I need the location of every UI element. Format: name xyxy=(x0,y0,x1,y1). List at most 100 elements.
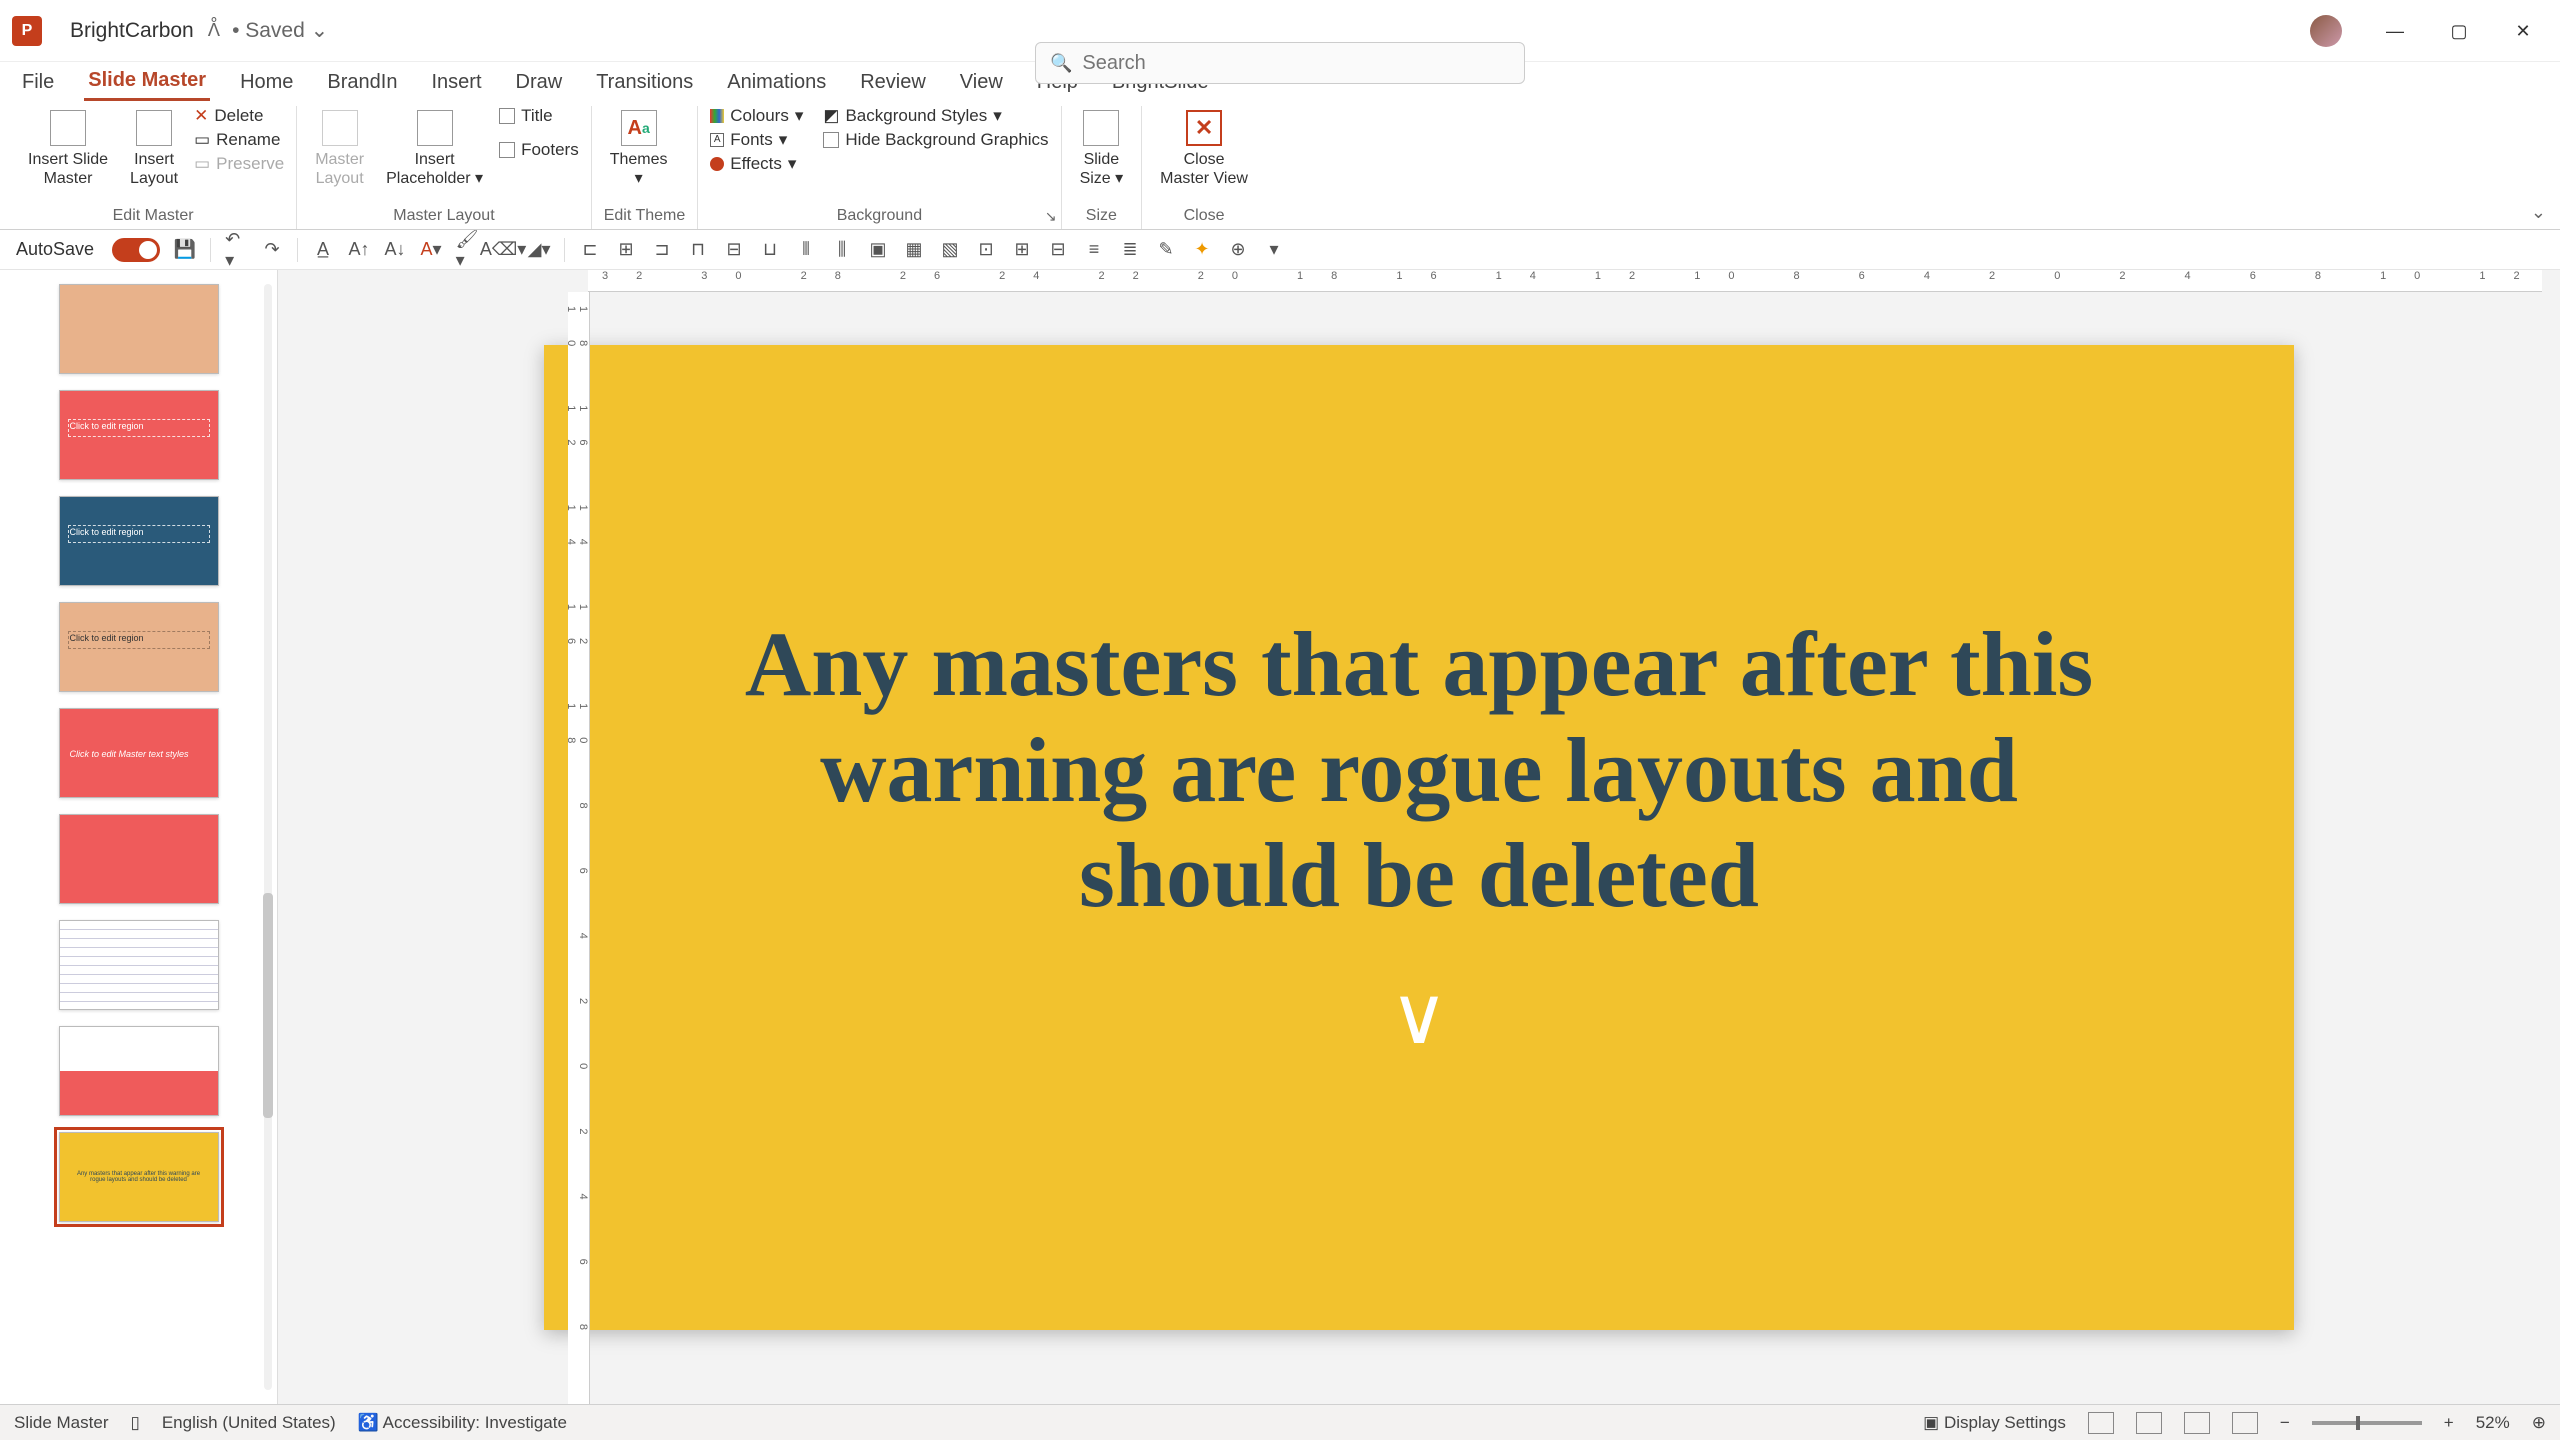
autosave-toggle[interactable] xyxy=(112,238,160,262)
align-to-slide-button[interactable]: ▣ xyxy=(867,239,889,261)
layout-thumbnail[interactable]: Click to edit region xyxy=(59,496,219,586)
tab-view[interactable]: View xyxy=(956,65,1007,100)
tab-review[interactable]: Review xyxy=(856,65,930,100)
collapse-ribbon-button[interactable]: ⌄ xyxy=(2531,202,2546,223)
insert-layout-button[interactable]: Insert Layout xyxy=(124,106,184,192)
account-avatar[interactable] xyxy=(2310,15,2342,47)
slide-warning-text[interactable]: Any masters that appear after this warni… xyxy=(719,612,2119,929)
align-middle-button[interactable]: ⊟ xyxy=(723,239,745,261)
footers-checkbox[interactable]: Footers xyxy=(499,140,579,160)
slide-sorter-view-button[interactable] xyxy=(2136,1412,2162,1434)
tab-home[interactable]: Home xyxy=(236,65,297,100)
reading-view-button[interactable] xyxy=(2184,1412,2210,1434)
insert-slide-master-button[interactable]: Insert Slide Master xyxy=(22,106,114,192)
align-objects-button[interactable]: ≡ xyxy=(1083,239,1105,261)
qat-customize-button[interactable]: ▾ xyxy=(1263,239,1285,261)
zoom-in-button[interactable]: + xyxy=(2444,1413,2454,1433)
document-name[interactable]: BrightCarbon xyxy=(70,19,194,43)
clear-formatting-button[interactable]: A⌫▾ xyxy=(492,239,514,261)
layout-thumbnail-selected[interactable]: Any masters that appear after this warni… xyxy=(59,1132,219,1222)
thumbnail-scrollbar[interactable] xyxy=(261,274,275,1400)
group-master-layout: Master Layout Insert Placeholder ▾ Title… xyxy=(297,106,592,229)
accessibility-status[interactable]: ♿ Accessibility: Investigate xyxy=(358,1413,567,1433)
effects-button[interactable]: Effects ▾ xyxy=(710,154,803,174)
share-indicator-icon[interactable]: ᐰ xyxy=(208,20,220,41)
insert-placeholder-button[interactable]: Insert Placeholder ▾ xyxy=(380,106,489,192)
rename-icon: ▭ xyxy=(194,130,210,150)
themes-button[interactable]: AaThemes▾ xyxy=(604,106,674,192)
normal-view-button[interactable] xyxy=(2088,1412,2114,1434)
layout-thumbnail[interactable]: Click to edit Master text styles xyxy=(59,708,219,798)
insert-placeholder-label: Insert Placeholder ▾ xyxy=(386,150,483,188)
slide[interactable]: Any masters that appear after this warni… xyxy=(544,345,2294,1330)
tab-insert[interactable]: Insert xyxy=(427,65,485,100)
close-window-button[interactable]: ✕ xyxy=(2494,6,2552,56)
tab-brandin[interactable]: BrandIn xyxy=(323,65,401,100)
font-color-button[interactable]: A▾ xyxy=(420,239,442,261)
qat-more-button[interactable]: ⊕ xyxy=(1227,239,1249,261)
background-dialog-launcher[interactable]: ↘ xyxy=(1045,208,1057,225)
layout-thumbnail[interactable] xyxy=(59,814,219,904)
distribute-v-button[interactable]: ⫼ xyxy=(831,239,853,261)
tab-draw[interactable]: Draw xyxy=(512,65,567,100)
group-button[interactable]: ⊡ xyxy=(975,239,997,261)
minimize-button[interactable]: — xyxy=(2366,6,2424,56)
tab-transitions[interactable]: Transitions xyxy=(592,65,697,100)
fonts-button[interactable]: AFonts ▾ xyxy=(710,130,803,150)
animation-painter-button[interactable]: ✦ xyxy=(1191,239,1213,261)
zoom-slider[interactable] xyxy=(2312,1421,2422,1425)
align-top-button[interactable]: ⊓ xyxy=(687,239,709,261)
slide-canvas-area[interactable]: 32 30 28 26 24 22 20 18 16 14 12 10 8 6 … xyxy=(278,270,2560,1404)
text-box-button[interactable]: A̲ xyxy=(312,239,334,261)
bring-forward-button[interactable]: ▦ xyxy=(903,239,925,261)
hide-background-graphics-checkbox[interactable]: Hide Background Graphics xyxy=(823,130,1048,150)
layout-thumbnail[interactable] xyxy=(59,920,219,1010)
ungroup-button[interactable]: ⊞ xyxy=(1011,239,1033,261)
send-backward-button[interactable]: ▧ xyxy=(939,239,961,261)
display-settings-button[interactable]: ▣ Display Settings xyxy=(1923,1413,2066,1433)
preserve-button: ▭Preserve xyxy=(194,154,284,174)
align-text-button[interactable]: ≣ xyxy=(1119,239,1141,261)
colours-button[interactable]: Colours ▾ xyxy=(710,106,803,126)
background-styles-button[interactable]: ◩Background Styles ▾ xyxy=(823,106,1048,126)
increase-font-button[interactable]: A↑ xyxy=(348,239,370,261)
rename-button[interactable]: ▭Rename xyxy=(194,130,284,150)
align-right-button[interactable]: ⊐ xyxy=(651,239,673,261)
fit-to-window-button[interactable]: ⊕ xyxy=(2532,1413,2546,1433)
align-left-button[interactable]: ⊏ xyxy=(579,239,601,261)
slideshow-view-button[interactable] xyxy=(2232,1412,2258,1434)
notes-icon[interactable]: ▯ xyxy=(130,1413,139,1433)
redo-button[interactable]: ↷ xyxy=(261,239,283,261)
save-button[interactable]: 💾 xyxy=(174,239,196,261)
format-painter-button[interactable]: 🖌▾ xyxy=(456,239,478,261)
tab-slide-master[interactable]: Slide Master xyxy=(84,63,210,101)
search-input[interactable] xyxy=(1082,52,1510,75)
save-status[interactable]: • Saved ⌄ xyxy=(232,18,328,43)
slide-size-button[interactable]: Slide Size ▾ xyxy=(1074,106,1130,192)
title-checkbox[interactable]: Title xyxy=(499,106,579,126)
zoom-level[interactable]: 52% xyxy=(2476,1413,2510,1433)
search-box[interactable]: 🔍 xyxy=(1035,42,1525,84)
layout-thumbnail[interactable] xyxy=(59,284,219,374)
layout-thumbnail[interactable]: Click to edit region xyxy=(59,602,219,692)
layout-thumbnail[interactable] xyxy=(59,1026,219,1116)
restore-button[interactable]: ▢ xyxy=(2430,6,2488,56)
align-center-h-button[interactable]: ⊞ xyxy=(615,239,637,261)
zoom-out-button[interactable]: − xyxy=(2280,1413,2290,1433)
tab-file[interactable]: File xyxy=(18,65,58,100)
selection-pane-button[interactable]: ⊟ xyxy=(1047,239,1069,261)
close-master-view-button[interactable]: ✕Close Master View xyxy=(1154,106,1254,192)
eyedropper-button[interactable]: ✎ xyxy=(1155,239,1177,261)
status-language[interactable]: English (United States) xyxy=(162,1413,336,1433)
delete-button[interactable]: ✕Delete xyxy=(194,106,284,126)
undo-button[interactable]: ↶ ▾ xyxy=(225,239,247,261)
fonts-icon: A xyxy=(710,133,724,147)
statusbar: Slide Master ▯ English (United States) ♿… xyxy=(0,1404,2560,1440)
shape-fill-button[interactable]: ◢▾ xyxy=(528,239,550,261)
layout-thumbnail[interactable]: Click to edit region xyxy=(59,390,219,480)
thumbnail-panel[interactable]: Click to edit region Click to edit regio… xyxy=(0,270,278,1404)
tab-animations[interactable]: Animations xyxy=(723,65,830,100)
distribute-h-button[interactable]: ⫴ xyxy=(795,239,817,261)
decrease-font-button[interactable]: A↓ xyxy=(384,239,406,261)
align-bottom-button[interactable]: ⊔ xyxy=(759,239,781,261)
